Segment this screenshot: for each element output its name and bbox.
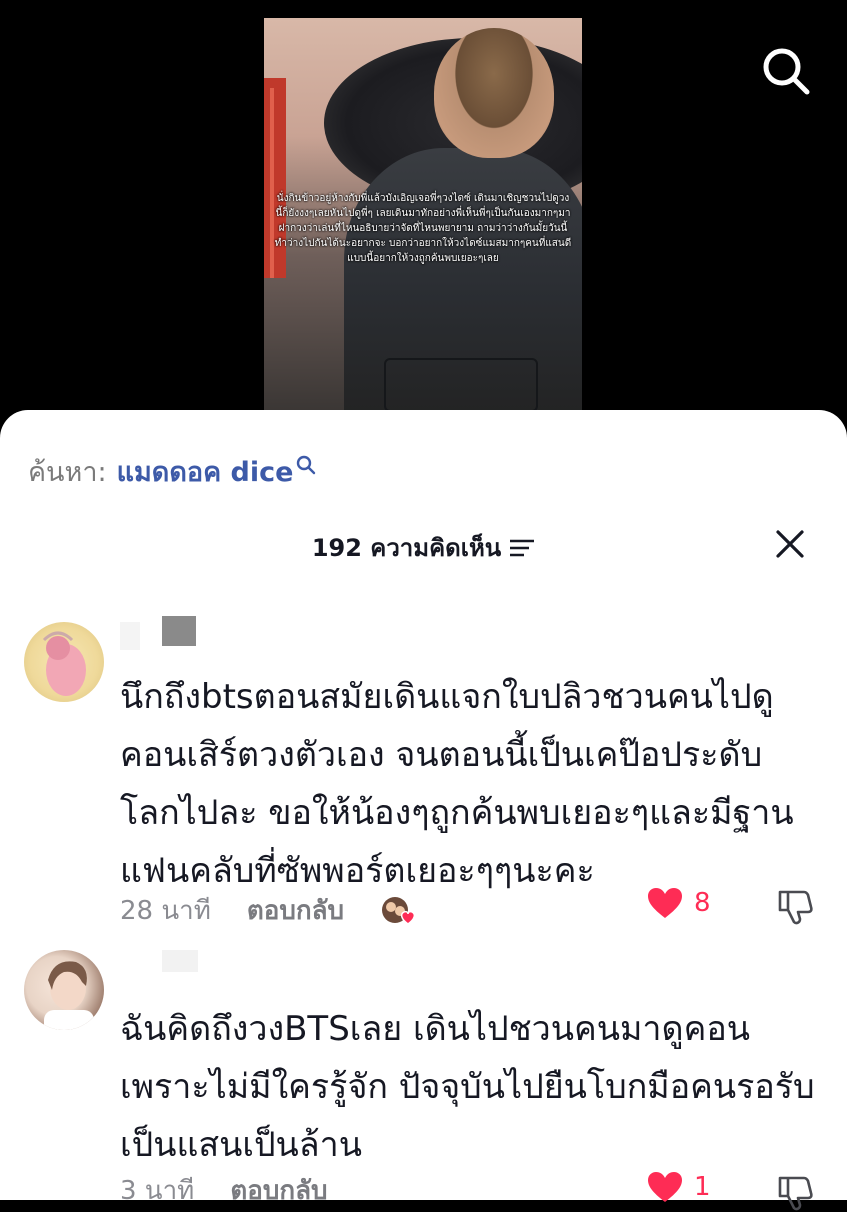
username-redacted-block	[162, 616, 196, 646]
avatar[interactable]	[24, 622, 104, 702]
search-suggestion[interactable]: ค้นหา: แมดดอค dice	[28, 450, 316, 493]
search-suggestion-label: ค้นหา:	[28, 457, 107, 488]
avatar-image	[44, 961, 94, 1030]
comment-time: 28 นาที	[120, 896, 211, 926]
comment-time: 3 นาที	[120, 1176, 195, 1206]
like-count: 8	[694, 888, 711, 918]
video-person-pocket	[384, 358, 538, 412]
avatar[interactable]	[24, 950, 104, 1030]
reply-button[interactable]: ตอบกลับ	[230, 1170, 327, 1211]
username-redacted	[120, 622, 140, 650]
comment-meta: 3 นาที ตอบกลับ	[120, 1170, 328, 1211]
sort-icon[interactable]	[509, 537, 535, 559]
search-icon[interactable]	[760, 45, 812, 97]
video-player[interactable]: นั่งกินข้าวอยู่ห้างกับพี่แล้วบังเอิญเจอพ…	[0, 0, 847, 430]
comments-sheet: ค้นหา: แมดดอค dice 192 ความคิดเห็น นึกถึ…	[0, 410, 847, 1211]
close-icon[interactable]	[774, 528, 806, 560]
creator-avatar-icon	[382, 896, 416, 925]
video-caption: นั่งกินข้าวอยู่ห้างกับพี่แล้วบังเอิญเจอพ…	[274, 193, 572, 264]
heart-icon	[648, 888, 682, 918]
video-person-head	[434, 28, 554, 158]
comment-meta: 28 นาที ตอบกลับ	[120, 890, 418, 931]
heart-icon	[648, 1172, 682, 1202]
video-frame[interactable]: นั่งกินข้าวอยู่ห้างกับพี่แล้วบังเอิญเจอพ…	[264, 18, 582, 413]
like-button[interactable]: 8	[646, 886, 711, 920]
thumbs-down-icon[interactable]	[776, 888, 814, 926]
comment-text: นึกถึงbtsตอนสมัยเดินแจกใบปลิวชวนคนไปดูคอ…	[120, 677, 794, 891]
avatar-image	[42, 631, 86, 696]
like-count: 1	[694, 1172, 711, 1202]
search-icon	[297, 455, 316, 474]
comment-count: 192 ความคิดเห็น	[311, 534, 502, 562]
search-suggestion-query[interactable]: แมดดอค dice	[117, 450, 294, 493]
creator-liked-badge	[380, 894, 418, 928]
comments-header: 192 ความคิดเห็น	[0, 528, 847, 567]
username-redacted	[162, 950, 198, 972]
comment-text: ฉันคิดถึงวงBTSเลย เดินไปชวนคนมาดูคอนเพรา…	[120, 1009, 815, 1165]
like-button[interactable]: 1	[646, 1170, 711, 1204]
thumbs-down-icon[interactable]	[776, 1174, 814, 1212]
reply-button[interactable]: ตอบกลับ	[247, 890, 344, 931]
